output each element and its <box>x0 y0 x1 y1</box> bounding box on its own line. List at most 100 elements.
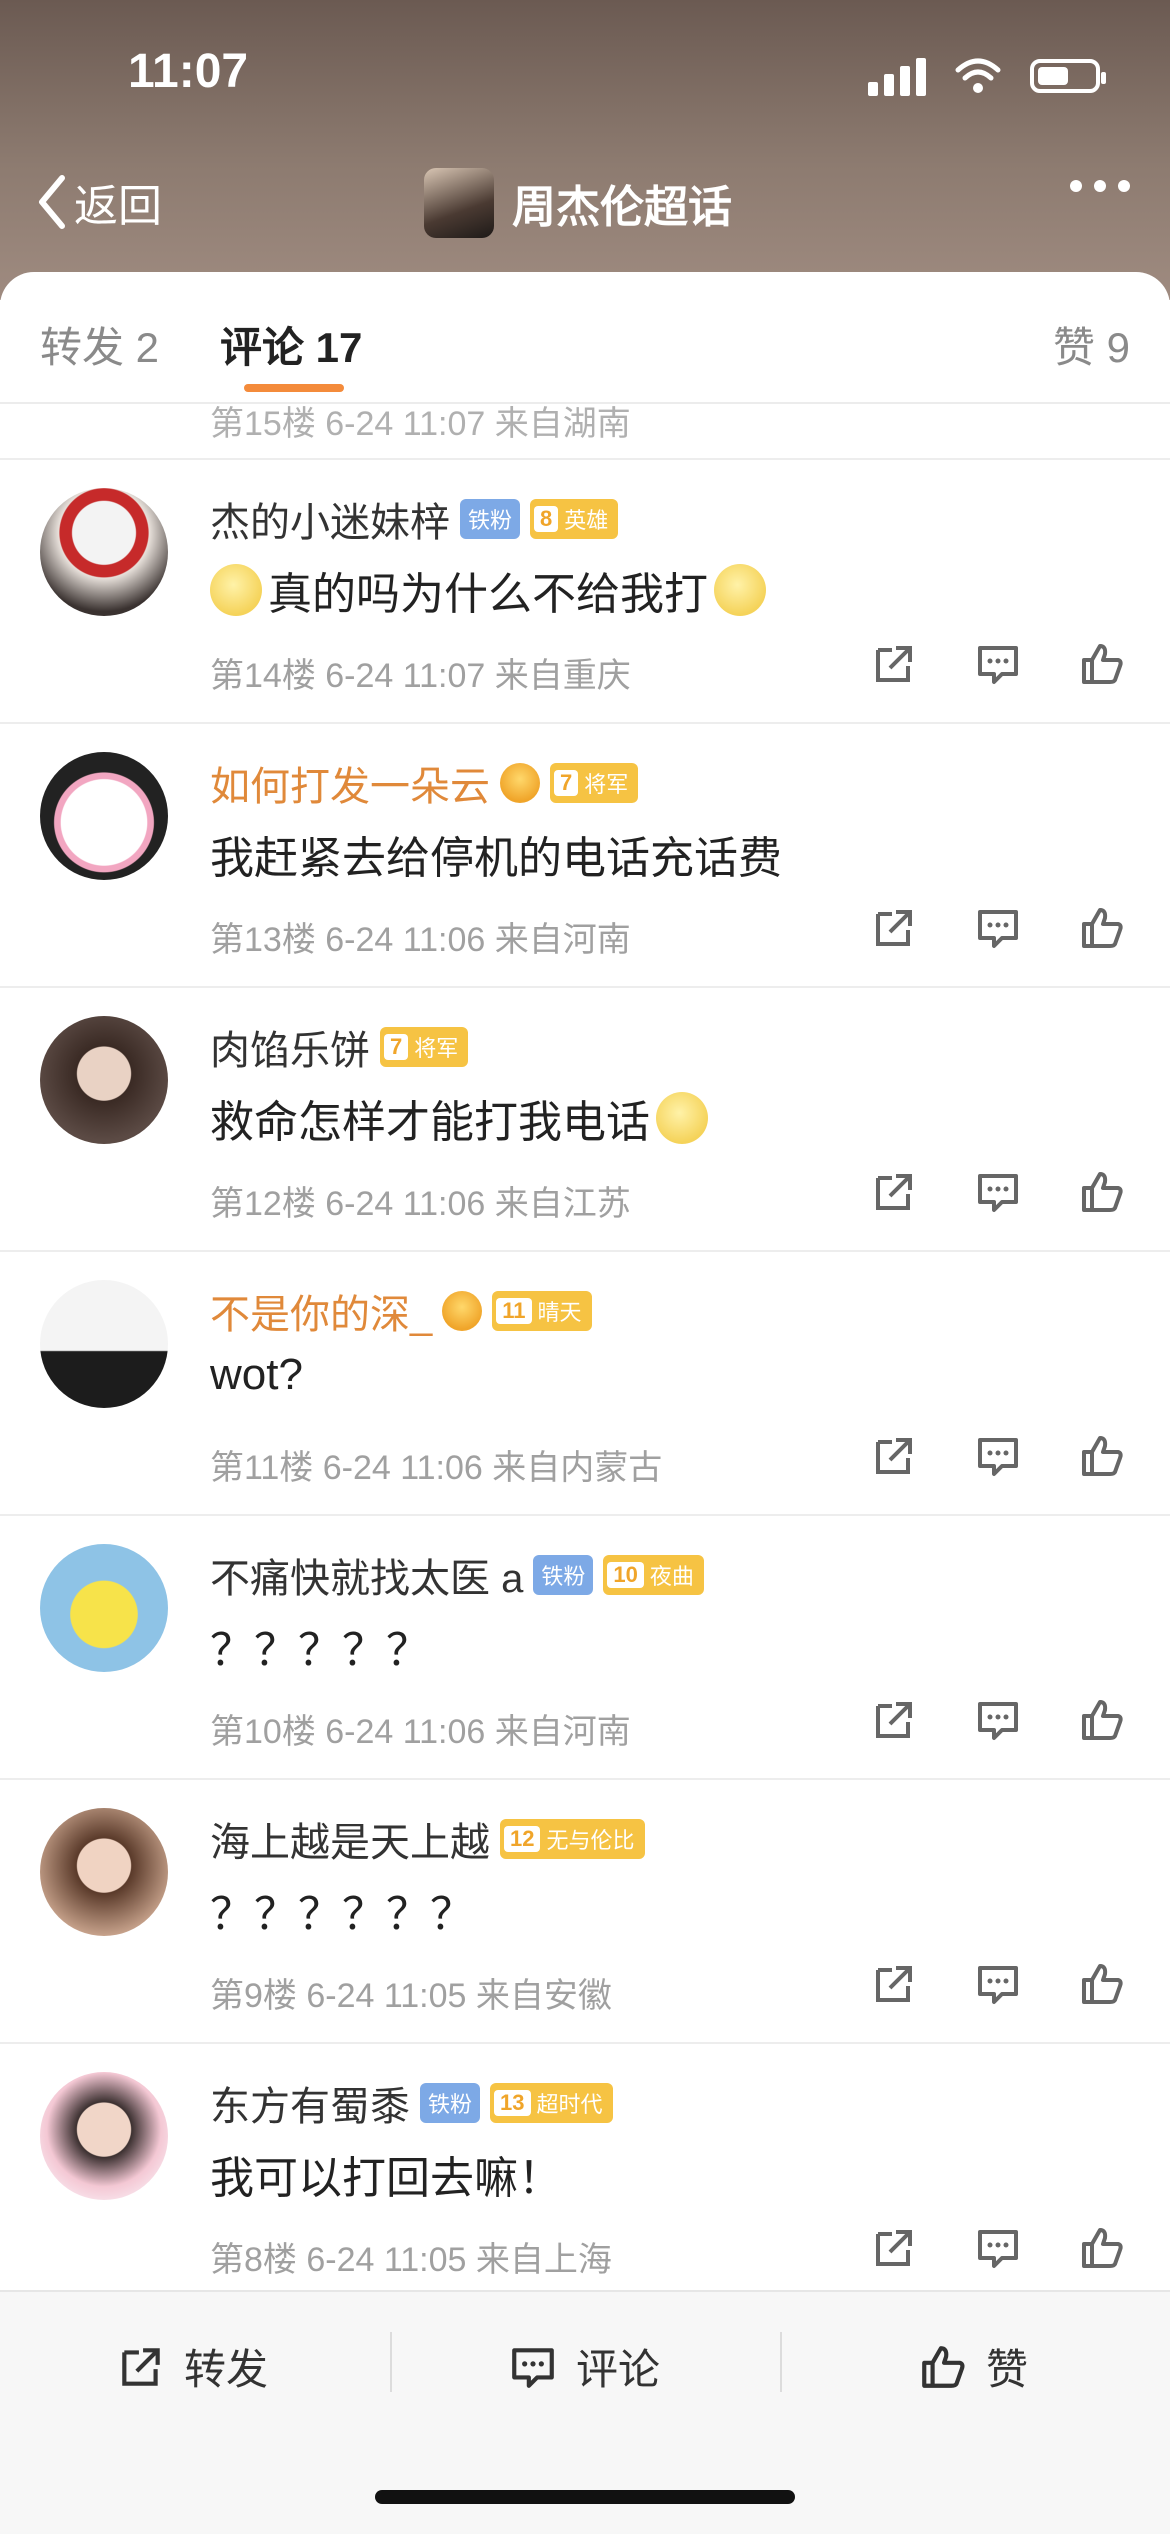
more-dot-icon <box>1094 180 1106 192</box>
avatar[interactable] <box>40 1280 168 1408</box>
comment-icon[interactable] <box>974 1168 1022 1216</box>
share-icon[interactable] <box>870 904 918 952</box>
comment-actions <box>870 1432 1126 1480</box>
comment-header: 如何打发一朵云 7 将军 <box>210 758 639 809</box>
comment-header: 海上越是天上越 12 无与伦比 <box>210 1814 645 1865</box>
level-number: 13 <box>494 2090 531 2116</box>
like-icon[interactable] <box>1078 2224 1126 2272</box>
fan-badge: 铁粉 <box>533 1555 594 1595</box>
username[interactable]: 东方有蜀黍 <box>210 2074 410 2132</box>
comment-header: 肉馅乐饼 7 将军 <box>210 1022 469 1073</box>
back-button[interactable]: 返回 <box>36 170 162 234</box>
level-badge: 7 将军 <box>380 1027 469 1067</box>
avatar[interactable] <box>40 1016 168 1144</box>
like-label: 赞 <box>986 2346 1029 2393</box>
comment-item[interactable]: 如何打发一朵云 7 将军 我赶紧去给停机的电话充话费 第13楼 6-24 11:… <box>0 722 1170 988</box>
level-number: 11 <box>496 1298 532 1324</box>
like-icon <box>922 2345 965 2388</box>
comment-header: 不是你的深_ 11 晴天 <box>210 1286 592 1337</box>
share-icon[interactable] <box>870 1432 918 1480</box>
share-icon[interactable] <box>870 1960 918 2008</box>
comment-item[interactable]: 海上越是天上越 12 无与伦比 ？？？？？？ 第9楼 6-24 11:05 来自… <box>0 1778 1170 2044</box>
list-item-partial: 第15楼 6-24 11:07 来自湖南 <box>0 272 1170 460</box>
content-sheet: 转发 2 评论 17 赞 9 第15楼 6-24 11:07 来自湖南 杰的小迷… <box>0 272 1170 2532</box>
comment-icon[interactable] <box>974 904 1022 952</box>
comment-icon[interactable] <box>974 1696 1022 1744</box>
fan-badge: 铁粉 <box>460 499 521 539</box>
comment-icon[interactable] <box>974 1432 1022 1480</box>
topic-avatar <box>424 168 494 238</box>
username[interactable]: 如何打发一朵云 <box>210 754 490 812</box>
status-time: 11:07 <box>128 45 249 98</box>
repost-label: 转发 <box>184 2346 269 2393</box>
comment-meta: 第11楼 6-24 11:06 来自内蒙古 <box>210 1449 663 1487</box>
avatar[interactable] <box>40 1808 168 1936</box>
share-icon[interactable] <box>870 1168 918 1216</box>
level-number: 12 <box>504 1826 541 1852</box>
like-icon[interactable] <box>1078 640 1126 688</box>
level-number: 10 <box>607 1562 644 1588</box>
more-dot-icon <box>1070 180 1082 192</box>
like-icon[interactable] <box>1078 904 1126 952</box>
like-icon[interactable] <box>1078 1696 1126 1744</box>
level-title: 将军 <box>584 772 629 797</box>
level-badge: 11 晴天 <box>492 1291 592 1331</box>
level-badge: 12 无与伦比 <box>500 1819 645 1859</box>
comment-item[interactable]: 杰的小迷妹梓 铁粉 8 英雄 真的吗为什么不给我打 第14楼 6-24 11:0… <box>0 458 1170 724</box>
avatar[interactable] <box>40 2072 168 2200</box>
comment-meta: 第14楼 6-24 11:07 来自重庆 <box>210 657 631 695</box>
comment-icon[interactable] <box>974 2224 1022 2272</box>
like-icon[interactable] <box>1078 1168 1126 1216</box>
level-title: 超时代 <box>536 2092 603 2117</box>
level-title: 夜曲 <box>649 1564 694 1589</box>
more-button[interactable] <box>1070 180 1130 192</box>
bottom-action-bar: 转发 评论 赞 <box>0 2290 1170 2534</box>
share-icon[interactable] <box>870 1696 918 1744</box>
like-icon[interactable] <box>1078 1960 1126 2008</box>
comment-button[interactable]: 评论 <box>508 2336 660 2397</box>
comment-item[interactable]: 肉馅乐饼 7 将军 救命怎样才能打我电话 第12楼 6-24 11:06 来自江… <box>0 986 1170 1252</box>
like-icon[interactable] <box>1078 1432 1126 1480</box>
level-title: 英雄 <box>564 508 609 533</box>
level-badge: 8 英雄 <box>530 499 619 539</box>
comment-text: 我赶紧去给停机的电话充话费 <box>210 834 782 883</box>
comment-item[interactable]: 不是你的深_ 11 晴天 wot? 第11楼 6-24 11:06 来自内蒙古 <box>0 1250 1170 1516</box>
comment-text: wot? <box>210 1350 303 1399</box>
level-number: 8 <box>534 506 559 532</box>
page-title[interactable]: 周杰伦超话 <box>424 168 732 238</box>
username[interactable]: 不痛快就找太医 a <box>210 1546 523 1604</box>
avatar[interactable] <box>40 1544 168 1672</box>
level-badge: 7 将军 <box>550 763 639 803</box>
lemon-emoji-icon <box>714 564 766 616</box>
comment-meta: 第10楼 6-24 11:06 来自河南 <box>210 1713 631 1751</box>
comment-item[interactable]: 不痛快就找太医 a 铁粉 10 夜曲 ？？？？？ 第10楼 6-24 11:06… <box>0 1514 1170 1780</box>
like-button[interactable]: 赞 <box>918 2336 1028 2397</box>
comment-meta: 第9楼 6-24 11:05 来自安徽 <box>210 1977 612 2015</box>
share-icon[interactable] <box>870 2224 918 2272</box>
crown-badge-icon <box>500 763 540 803</box>
wifi-icon <box>955 58 1001 93</box>
comment-icon[interactable] <box>974 1960 1022 2008</box>
comment-text: 救命怎样才能打我电话 <box>210 1086 708 1150</box>
comment-text: 我可以打回去嘛！ <box>210 2154 562 2203</box>
share-icon[interactable] <box>870 640 918 688</box>
level-title: 将军 <box>414 1036 459 1061</box>
username[interactable]: 不是你的深_ <box>210 1282 432 1340</box>
comment-item[interactable]: 东方有蜀黍 铁粉 13 超时代 我可以打回去嘛！ 第8楼 6-24 11:05 … <box>0 2042 1170 2308</box>
more-dot-icon <box>1118 180 1130 192</box>
share-icon <box>122 2347 160 2386</box>
comment-text: ？？？？？？ <box>210 1890 474 1939</box>
username[interactable]: 杰的小迷妹梓 <box>210 490 450 548</box>
username[interactable]: 肉馅乐饼 <box>210 1018 370 1076</box>
comment-meta: 第12楼 6-24 11:06 来自江苏 <box>210 1185 631 1223</box>
comment-icon[interactable] <box>974 640 1022 688</box>
level-title: 无与伦比 <box>546 1828 635 1853</box>
repost-button[interactable]: 转发 <box>116 2336 268 2397</box>
level-number: 7 <box>384 1034 409 1060</box>
username[interactable]: 海上越是天上越 <box>210 1810 490 1868</box>
avatar[interactable] <box>40 488 168 616</box>
comment-text: ？？？？？ <box>210 1626 430 1675</box>
comment-actions <box>870 1696 1126 1744</box>
status-icons <box>868 56 1106 96</box>
avatar[interactable] <box>40 752 168 880</box>
